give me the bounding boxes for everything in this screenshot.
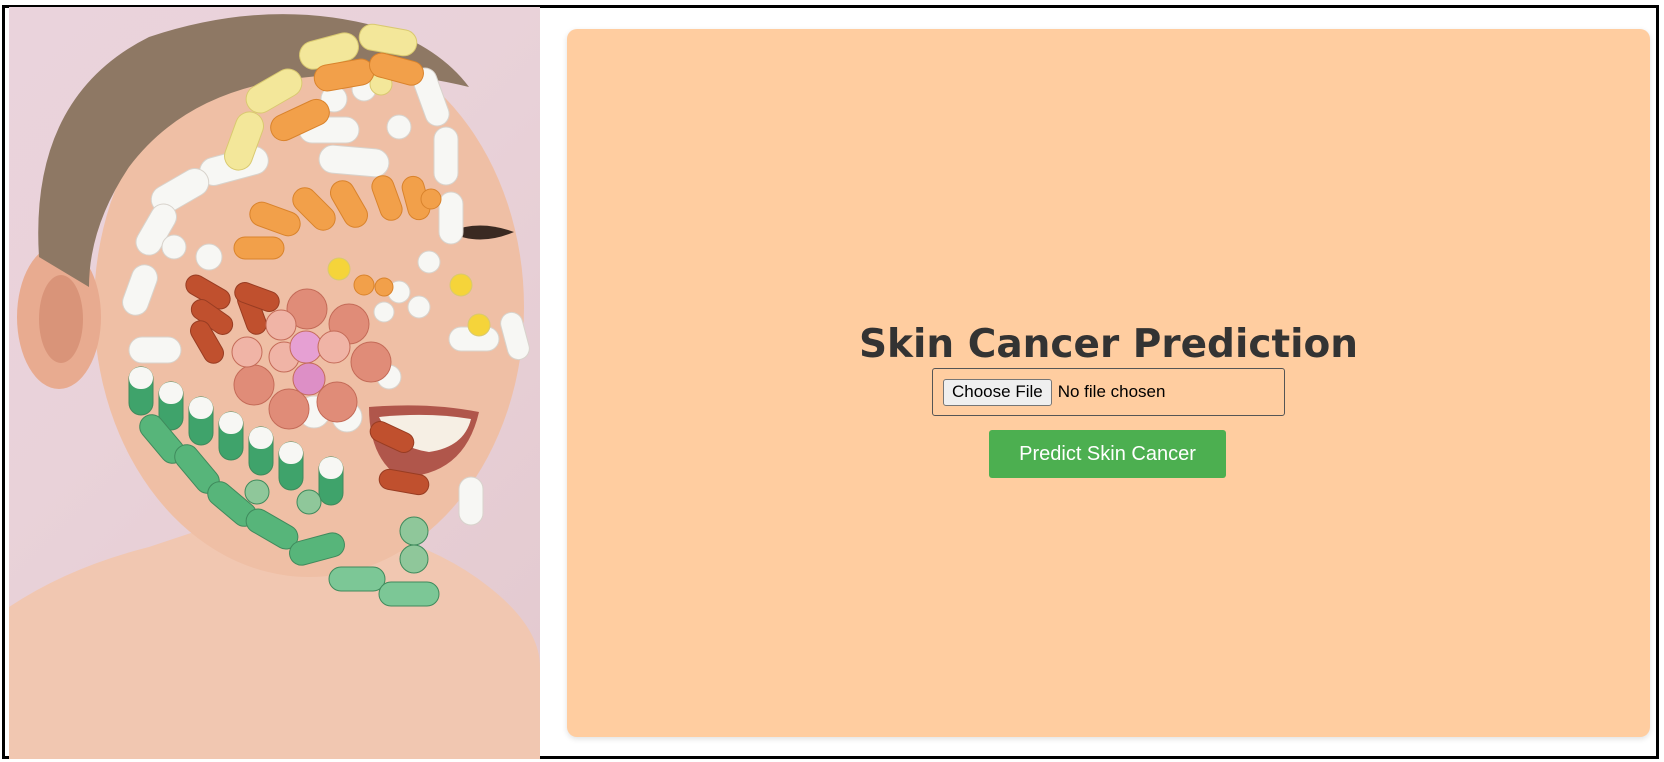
file-input[interactable]: Choose File No file chosen xyxy=(932,368,1285,416)
hero-image xyxy=(9,7,540,759)
page-title: Skin Cancer Prediction xyxy=(858,322,1359,367)
prediction-card: Skin Cancer Prediction Choose File No fi… xyxy=(567,29,1650,737)
file-status-text: No file chosen xyxy=(1057,382,1166,401)
predict-button[interactable]: Predict Skin Cancer xyxy=(989,430,1226,478)
portrait-with-pills-image xyxy=(9,14,540,759)
choose-file-button[interactable]: Choose File xyxy=(943,378,1052,406)
